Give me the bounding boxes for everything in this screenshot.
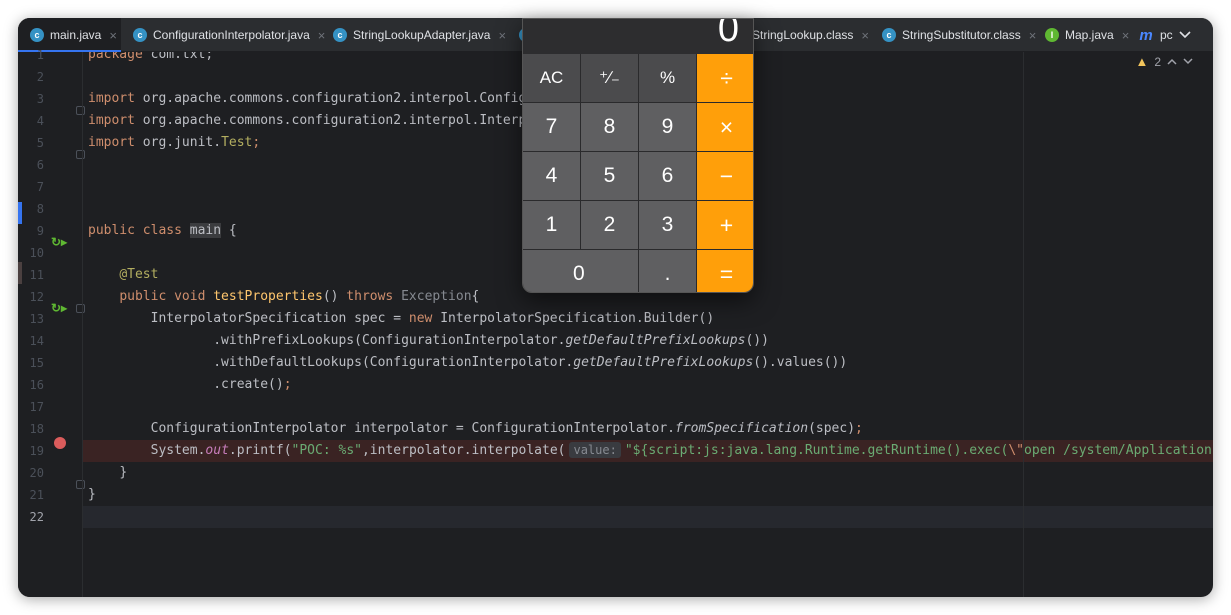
key-plus-minus[interactable]: ⁺∕₋ <box>581 54 638 102</box>
line-number: 3 <box>36 92 44 106</box>
right-margin-guide <box>1023 52 1024 597</box>
line-number: 20 <box>29 466 44 480</box>
key-4[interactable]: 4 <box>523 152 580 200</box>
code-line: ConfigurationInterpolator interpolator =… <box>150 421 863 436</box>
key-3[interactable]: 3 <box>639 201 696 249</box>
maven-icon: m <box>1139 26 1153 44</box>
breakpoint-icon[interactable] <box>54 437 66 449</box>
calculator-window: 0 AC ⁺∕₋ % ÷ 7 8 9 × 4 5 6 − 1 2 3 + 0 .… <box>522 18 754 293</box>
run-test-icon[interactable]: ↻▸ <box>51 301 67 315</box>
tab-label: StringLookupAdapter.java <box>353 28 491 42</box>
code-line: } <box>119 465 128 480</box>
code-line: } <box>88 487 96 502</box>
code-line: .withDefaultLookups(ConfigurationInterpo… <box>213 355 848 370</box>
line-number: 13 <box>29 312 44 326</box>
current-line <box>83 506 1213 528</box>
key-multiply[interactable]: × <box>697 103 753 151</box>
line-number: 6 <box>36 158 44 172</box>
tab-label: StringSubstitutor.class <box>902 28 1021 42</box>
key-8[interactable]: 8 <box>581 103 638 151</box>
key-6[interactable]: 6 <box>639 152 696 200</box>
tab-label: main.java <box>50 28 102 42</box>
line-number: 16 <box>29 378 44 392</box>
line-number: 12 <box>29 290 44 304</box>
close-icon[interactable]: × <box>498 28 506 43</box>
line-number: 1 <box>36 48 44 62</box>
run-class-icon[interactable]: ↻▸ <box>51 235 67 249</box>
line-number: 22 <box>29 510 44 524</box>
java-class-icon: c <box>133 28 147 42</box>
key-2[interactable]: 2 <box>581 201 638 249</box>
key-subtract[interactable]: − <box>697 152 753 200</box>
line-number: 17 <box>29 400 44 414</box>
line-number: 15 <box>29 356 44 370</box>
key-decimal[interactable]: . <box>639 250 696 292</box>
line-number: 5 <box>36 136 44 150</box>
java-interface-icon: I <box>1045 28 1059 42</box>
tab-map-java[interactable]: I Map.java × <box>1033 18 1129 52</box>
key-1[interactable]: 1 <box>523 201 580 249</box>
close-icon[interactable]: × <box>861 28 869 43</box>
tab-label: Map.java <box>1065 28 1114 42</box>
line-number: 18 <box>29 422 44 436</box>
inspection-widget[interactable]: ▲ 2 <box>1135 54 1193 69</box>
parameter-hint: value: <box>569 442 621 458</box>
chevron-down-icon[interactable] <box>1175 18 1195 52</box>
code-line: InterpolatorSpecification spec = new Int… <box>150 311 715 326</box>
line-number: 4 <box>36 114 44 128</box>
key-7[interactable]: 7 <box>523 103 580 151</box>
tab-pom[interactable]: m pc <box>1126 18 1176 52</box>
editor-gutter: 1 2 3 4 5 6 7 8 9 10 11 12 13 14 15 16 1… <box>18 48 85 597</box>
line-number: 9 <box>36 224 44 238</box>
close-icon[interactable]: × <box>109 28 117 43</box>
tab-string-lookup-adapter[interactable]: c StringLookupAdapter.java × <box>321 18 507 52</box>
key-add[interactable]: + <box>697 201 753 249</box>
tab-string-substitutor-class[interactable]: c StringSubstitutor.class × <box>870 18 1036 52</box>
tab-label: pc <box>1160 28 1173 42</box>
tab-label: StringLookup.class <box>752 28 854 42</box>
line-number: 7 <box>36 180 44 194</box>
line-number: 11 <box>29 268 44 282</box>
chevron-down-icon[interactable] <box>1183 58 1193 65</box>
key-clear[interactable]: AC <box>523 54 580 102</box>
line-number: 8 <box>36 202 44 216</box>
key-9[interactable]: 9 <box>639 103 696 151</box>
java-class-icon: c <box>30 28 44 42</box>
java-class-icon: c <box>333 28 347 42</box>
calculator-keypad: AC ⁺∕₋ % ÷ 7 8 9 × 4 5 6 − 1 2 3 + 0 . = <box>523 54 753 292</box>
key-equals[interactable]: = <box>697 250 753 292</box>
line-number: 21 <box>29 488 44 502</box>
warning-count: 2 <box>1154 54 1161 69</box>
tab-string-lookup-class[interactable]: StringLookup.class × <box>740 18 870 52</box>
key-percent[interactable]: % <box>639 54 696 102</box>
line-number: 14 <box>29 334 44 348</box>
key-divide[interactable]: ÷ <box>697 54 753 102</box>
key-0[interactable]: 0 <box>523 250 638 292</box>
java-class-icon: c <box>882 28 896 42</box>
warning-icon: ▲ <box>1135 54 1149 69</box>
breakpoint-line: System.out.printf("POC: %s",interpolator… <box>83 440 1213 462</box>
tab-configuration-interpolator[interactable]: c ConfigurationInterpolator.java × <box>121 18 325 52</box>
key-5[interactable]: 5 <box>581 152 638 200</box>
calculator-display: 0 <box>523 19 753 54</box>
tab-label: ConfigurationInterpolator.java <box>153 28 310 42</box>
line-number: 2 <box>36 70 44 84</box>
chevron-up-icon[interactable] <box>1167 58 1177 65</box>
code-line: .withPrefixLookups(ConfigurationInterpol… <box>213 333 769 348</box>
code-line: .create(); <box>213 377 292 392</box>
line-number: 10 <box>29 246 44 260</box>
line-number: 19 <box>29 444 44 458</box>
